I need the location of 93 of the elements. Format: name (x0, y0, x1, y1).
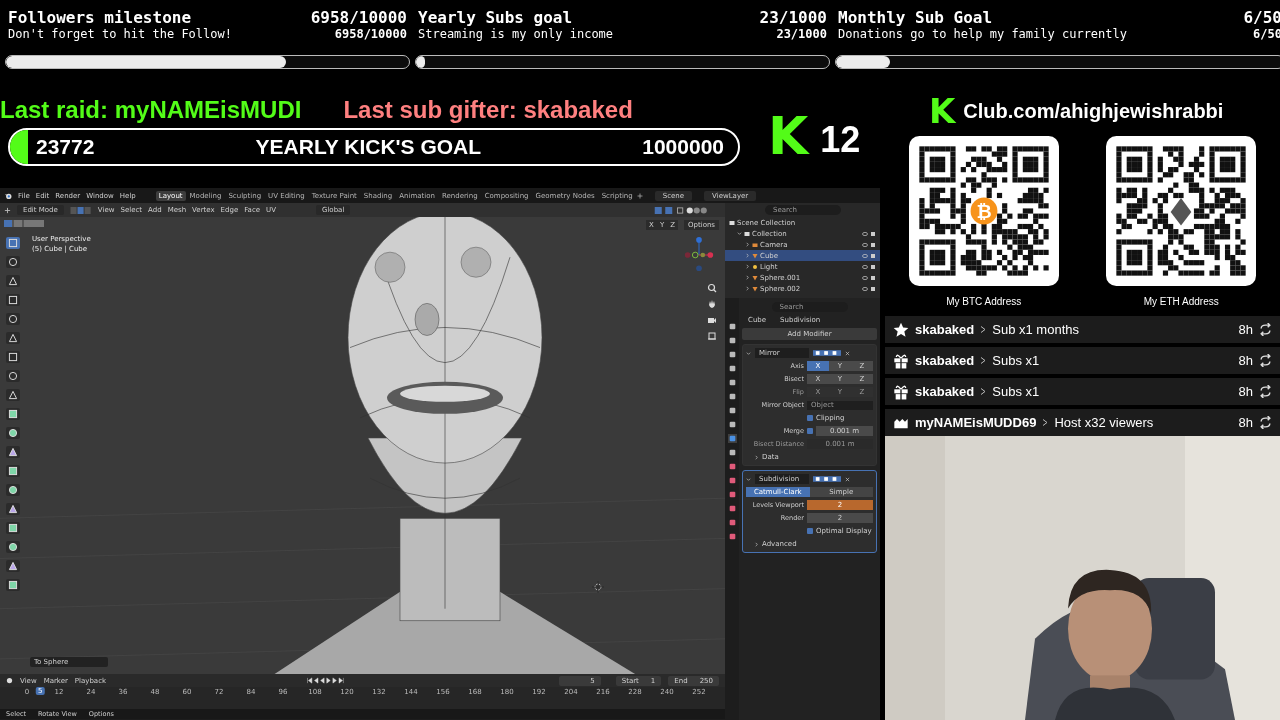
chevron-icon (980, 356, 987, 365)
tool-icon[interactable] (6, 389, 20, 401)
collection-icon (744, 230, 750, 237)
checkbox[interactable] (807, 428, 813, 434)
goal-subtitle: Donations go to help my family currently (838, 27, 1127, 41)
collection-icon (729, 219, 735, 226)
tool-icon[interactable] (6, 351, 20, 363)
event-user: myNAMEisMUDD69 (915, 415, 1037, 430)
goal-count: 23/1000 (759, 8, 827, 27)
goal-count: 23/1000 (776, 27, 827, 41)
blender-logo-icon[interactable] (4, 191, 12, 200)
star-icon (893, 321, 909, 338)
visibility-icon[interactable] (862, 252, 876, 259)
gift-icon (893, 383, 909, 400)
club-url: Club.com/ahighjewishrabbi (963, 99, 1224, 123)
qr-caption: My BTC Address (946, 296, 1022, 307)
replay-icon[interactable] (1259, 416, 1272, 429)
kick-goal-target: 1000000 (642, 135, 724, 159)
tool-icon[interactable] (6, 522, 20, 534)
gift-icon (893, 352, 909, 369)
modifier-toggles-icon[interactable] (813, 476, 841, 482)
goal-subtitle: Streaming is my only income (418, 27, 614, 41)
event-user: skabaked (915, 384, 975, 399)
tool-icon[interactable] (6, 256, 20, 268)
kick-goal-current: 23772 (36, 135, 95, 159)
hand-icon[interactable] (707, 299, 717, 309)
select-mode-icon[interactable] (69, 206, 92, 214)
checkbox[interactable] (807, 415, 813, 421)
replay-icon[interactable] (1259, 385, 1272, 398)
tool-icon[interactable] (6, 313, 20, 325)
replay-icon[interactable] (1259, 323, 1272, 336)
goal-count: 6958/10000 (310, 8, 407, 27)
event-action: Subs x1 (992, 353, 1041, 368)
chevron-icon (1042, 418, 1049, 427)
goal-count: 6958/10000 (334, 27, 407, 41)
visibility-icon[interactable] (862, 285, 876, 292)
3d-cursor-icon (592, 581, 604, 593)
modifier-toggles-icon[interactable] (813, 350, 841, 356)
close-icon[interactable] (845, 350, 850, 356)
mesh-icon (752, 252, 758, 259)
tool-icon[interactable] (6, 332, 20, 344)
close-icon[interactable] (845, 476, 850, 482)
event-user: skabaked (915, 322, 975, 337)
qr-caption: My ETH Address (1143, 296, 1219, 307)
replay-icon[interactable] (1259, 354, 1272, 367)
tool-icon[interactable] (6, 408, 20, 420)
clock-icon[interactable] (6, 677, 13, 684)
goal-title: Monthly Sub Goal (838, 8, 993, 27)
tool-icon[interactable] (6, 370, 20, 382)
goal-title: Yearly Subs goal (418, 8, 573, 27)
tool-icon[interactable] (6, 465, 20, 477)
event-user: skabaked (915, 353, 975, 368)
goal-title: Followers milestone (8, 8, 192, 27)
camera-icon[interactable] (707, 315, 717, 325)
event-time: 8h (1238, 353, 1253, 368)
kick-logo: K (929, 94, 956, 128)
light-bulb-icon (752, 263, 758, 270)
zoom-icon[interactable] (707, 283, 717, 293)
tool-icon[interactable] (6, 484, 20, 496)
tool-icon[interactable] (6, 446, 20, 458)
tool-icon[interactable] (6, 541, 20, 553)
event-action: Sub x1 months (992, 322, 1080, 337)
tool-icon[interactable] (6, 427, 20, 439)
visibility-icon[interactable] (862, 230, 876, 237)
event-time: 8h (1238, 384, 1253, 399)
last-sub-gifter: Last sub gifter: skabaked (343, 96, 633, 124)
tool-icon[interactable] (6, 275, 20, 287)
visibility-icon[interactable] (862, 263, 876, 270)
last-raid: Last raid: myNAMEisMUDI (0, 96, 302, 124)
grid-icon[interactable] (707, 331, 717, 341)
checkbox[interactable] (807, 528, 813, 534)
tool-icon[interactable] (6, 294, 20, 306)
event-time: 8h (1238, 415, 1253, 430)
tool-icon[interactable] (6, 237, 20, 249)
tool-icon[interactable] (6, 560, 20, 572)
visibility-icon[interactable] (862, 274, 876, 281)
kick-goal-title: YEARLY KICK'S GOAL (255, 135, 482, 159)
chevron-icon (980, 325, 987, 334)
editor-type-icon[interactable] (4, 206, 11, 214)
tool-icon[interactable] (6, 579, 20, 591)
chevron-icon (980, 387, 987, 396)
event-action: Subs x1 (992, 384, 1041, 399)
qr-code-icon: ₿ (908, 136, 1059, 286)
camera-icon (752, 241, 758, 248)
viewer-count: 12 (820, 119, 861, 161)
plus-icon[interactable] (636, 192, 643, 199)
goal-subtitle: Don't forget to hit the Follow! (8, 27, 232, 41)
event-time: 8h (1238, 322, 1253, 337)
visibility-icon[interactable] (862, 241, 876, 248)
kick-logo: K (768, 110, 809, 162)
tool-icon[interactable] (6, 503, 20, 515)
event-action: Host x32 viewers (1054, 415, 1155, 430)
qr-code-icon (1106, 136, 1257, 286)
